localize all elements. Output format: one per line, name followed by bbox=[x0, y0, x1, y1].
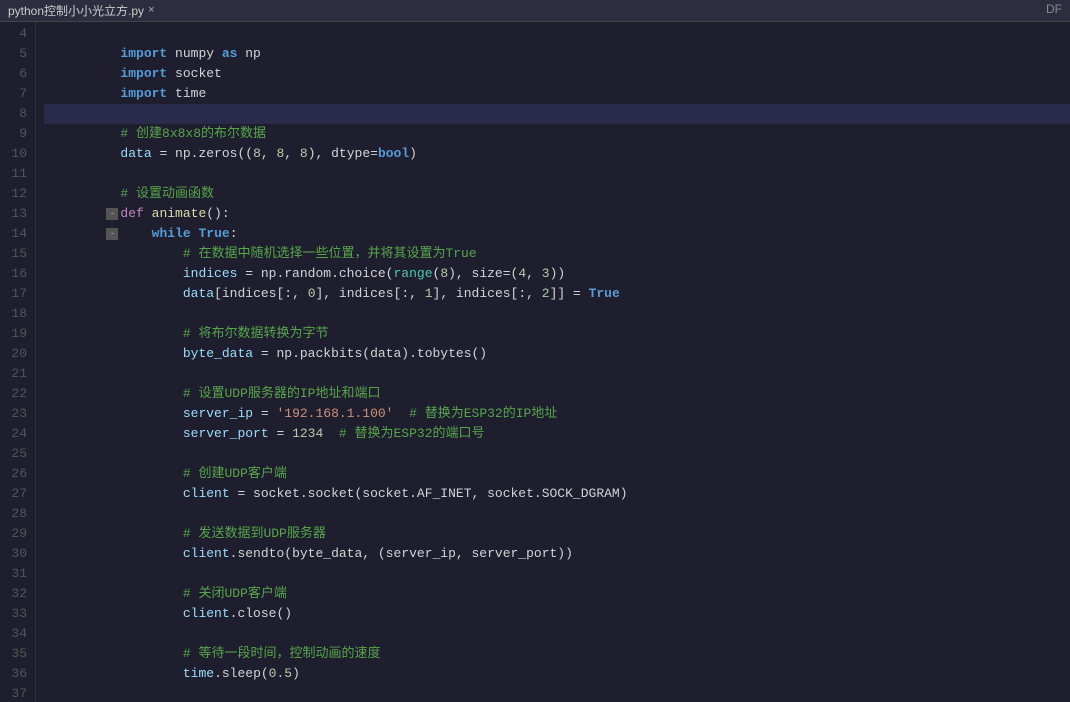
code-line: # 等待一段时间，控制动画的速度 bbox=[44, 624, 1070, 644]
code-line: # 调用动画函数 bbox=[44, 684, 1070, 702]
code-editor: 4 5 6 7 8 9 10 11 12 13 14 15 16 17 18 1… bbox=[0, 22, 1070, 702]
code-line: # 设置UDP服务器的IP地址和端口 bbox=[44, 364, 1070, 384]
code-line: import numpy as np bbox=[44, 24, 1070, 44]
filename-label: python控制小小光立方.py bbox=[8, 2, 144, 19]
fold-marker[interactable]: - bbox=[106, 208, 118, 220]
close-icon[interactable]: × bbox=[148, 5, 155, 17]
fold-marker[interactable]: - bbox=[106, 228, 118, 240]
code-line: # 发送数据到UDP服务器 bbox=[44, 504, 1070, 524]
title-bar: python控制小小光立方.py × DF bbox=[0, 0, 1070, 22]
top-right-label: DF bbox=[1046, 2, 1062, 16]
line-numbers: 4 5 6 7 8 9 10 11 12 13 14 15 16 17 18 1… bbox=[0, 22, 36, 702]
code-line: # 设置动画函数 bbox=[44, 164, 1070, 184]
code-line: # 关闭UDP客户端 bbox=[44, 564, 1070, 584]
code-line: # 创建8x8x8的布尔数据 bbox=[44, 104, 1070, 124]
code-line: # 创建UDP客户端 bbox=[44, 444, 1070, 464]
code-content[interactable]: import numpy as np import socket import … bbox=[36, 22, 1070, 702]
code-line: # 将布尔数据转换为字节 bbox=[44, 304, 1070, 324]
